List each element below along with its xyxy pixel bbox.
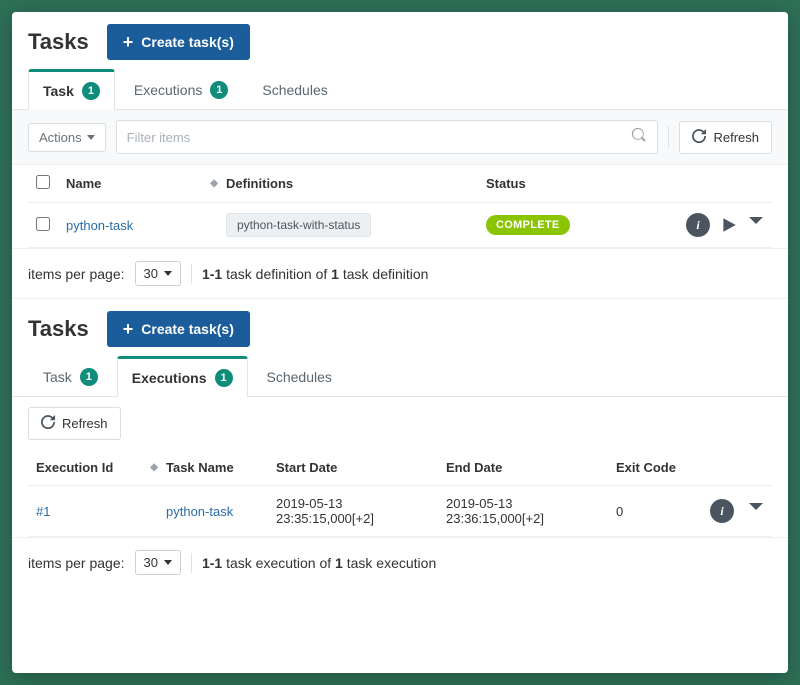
col-name: Name bbox=[66, 176, 101, 191]
search-icon[interactable] bbox=[631, 127, 647, 148]
page-title-2: Tasks bbox=[28, 316, 89, 342]
items-per-page-label: items per page: bbox=[28, 266, 125, 282]
divider bbox=[191, 553, 192, 573]
refresh-button-1[interactable]: Refresh bbox=[679, 121, 772, 154]
filter-box[interactable] bbox=[116, 120, 659, 154]
filter-input[interactable] bbox=[127, 130, 632, 145]
task-name-link[interactable]: python-task bbox=[166, 504, 233, 519]
refresh-icon bbox=[41, 415, 55, 432]
end-date: 2019-05-13 23:36:15,000[+2] bbox=[446, 496, 616, 526]
execution-table: Execution Id ◆ Task Name Start Date End … bbox=[12, 450, 788, 537]
chevron-down-icon[interactable] bbox=[748, 499, 764, 523]
play-icon[interactable] bbox=[720, 213, 738, 237]
pager-text: 1-1 task definition of 1 task definition bbox=[202, 266, 428, 282]
sort-icon[interactable]: ◆ bbox=[210, 178, 226, 189]
definition-chip: python-task-with-status bbox=[226, 213, 371, 237]
sort-icon[interactable]: ◆ bbox=[150, 462, 166, 473]
col-start-date: Start Date bbox=[276, 460, 446, 475]
create-task-button-2[interactable]: + Create task(s) bbox=[107, 311, 250, 347]
tab-task-label: Task bbox=[43, 83, 74, 99]
table-row: #1 python-task 2019-05-13 23:35:15,000[+… bbox=[28, 486, 772, 537]
toolbar-2: Refresh bbox=[12, 397, 788, 450]
start-date: 2019-05-13 23:35:15,000[+2] bbox=[276, 496, 446, 526]
create-task-button-1[interactable]: + Create task(s) bbox=[107, 24, 250, 60]
execution-id-link[interactable]: #1 bbox=[36, 504, 50, 519]
plus-icon: + bbox=[123, 320, 134, 338]
task-count-badge: 1 bbox=[82, 82, 100, 100]
caret-down-icon bbox=[87, 135, 95, 140]
page-size-value: 30 bbox=[144, 266, 158, 281]
tasks-header-1: Tasks + Create task(s) bbox=[12, 12, 788, 68]
refresh-label: Refresh bbox=[62, 416, 108, 431]
task-name-link[interactable]: python-task bbox=[66, 218, 133, 233]
tab-task-2[interactable]: Task 1 bbox=[28, 356, 113, 397]
select-all-checkbox[interactable] bbox=[36, 175, 50, 189]
col-task-name: Task Name bbox=[166, 460, 276, 475]
page-title-1: Tasks bbox=[28, 29, 89, 55]
items-per-page-label: items per page: bbox=[28, 555, 125, 571]
divider bbox=[191, 264, 192, 284]
col-exec-id: Execution Id bbox=[36, 460, 113, 475]
tab-executions-1[interactable]: Executions 1 bbox=[119, 69, 243, 110]
task-table-head: Name ◆ Definitions Status bbox=[28, 165, 772, 203]
page-size-select[interactable]: 30 bbox=[135, 550, 181, 575]
tab-task-label: Task bbox=[43, 369, 72, 385]
actions-dropdown[interactable]: Actions bbox=[28, 123, 106, 152]
task-table: Name ◆ Definitions Status python-task py… bbox=[12, 165, 788, 248]
execution-table-head: Execution Id ◆ Task Name Start Date End … bbox=[28, 450, 772, 486]
row-checkbox[interactable] bbox=[36, 217, 50, 231]
tab-schedules-2[interactable]: Schedules bbox=[252, 356, 347, 397]
page-size-value: 30 bbox=[144, 555, 158, 570]
pager-2: items per page: 30 1-1 task execution of… bbox=[12, 537, 788, 587]
refresh-icon bbox=[692, 129, 706, 146]
tab-task-1[interactable]: Task 1 bbox=[28, 69, 115, 110]
toolbar-1: Actions Refresh bbox=[12, 110, 788, 165]
col-status: Status bbox=[486, 176, 644, 191]
exec-count-badge: 1 bbox=[210, 81, 228, 99]
tab-sched-label: Schedules bbox=[262, 82, 327, 98]
create-task-label: Create task(s) bbox=[141, 34, 234, 50]
chevron-down-icon[interactable] bbox=[748, 213, 764, 237]
status-badge: COMPLETE bbox=[486, 215, 570, 235]
caret-down-icon bbox=[164, 271, 172, 276]
plus-icon: + bbox=[123, 33, 134, 51]
tab-executions-2[interactable]: Executions 1 bbox=[117, 356, 248, 397]
exec-count-badge: 1 bbox=[215, 369, 233, 387]
info-icon[interactable]: i bbox=[686, 213, 710, 237]
table-row: python-task python-task-with-status COMP… bbox=[28, 203, 772, 248]
col-end-date: End Date bbox=[446, 460, 616, 475]
tabs-2: Task 1 Executions 1 Schedules bbox=[12, 355, 788, 397]
tabs-1: Task 1 Executions 1 Schedules bbox=[12, 68, 788, 110]
pager-text: 1-1 task execution of 1 task execution bbox=[202, 555, 436, 571]
col-exit-code: Exit Code bbox=[616, 460, 696, 475]
caret-down-icon bbox=[164, 560, 172, 565]
task-count-badge: 1 bbox=[80, 368, 98, 386]
pager-1: items per page: 30 1-1 task definition o… bbox=[12, 248, 788, 298]
tab-schedules-1[interactable]: Schedules bbox=[247, 69, 342, 110]
page-size-select[interactable]: 30 bbox=[135, 261, 181, 286]
exit-code: 0 bbox=[616, 504, 696, 519]
info-icon[interactable]: i bbox=[710, 499, 734, 523]
create-task-label: Create task(s) bbox=[141, 321, 234, 337]
refresh-label: Refresh bbox=[713, 130, 759, 145]
refresh-button-2[interactable]: Refresh bbox=[28, 407, 121, 440]
tab-exec-label: Executions bbox=[134, 82, 202, 98]
tab-sched-label: Schedules bbox=[267, 369, 332, 385]
tab-exec-label: Executions bbox=[132, 370, 207, 386]
col-definitions: Definitions bbox=[226, 176, 486, 191]
actions-label: Actions bbox=[39, 130, 82, 145]
tasks-header-2: Tasks + Create task(s) bbox=[12, 299, 788, 355]
divider bbox=[668, 126, 669, 148]
